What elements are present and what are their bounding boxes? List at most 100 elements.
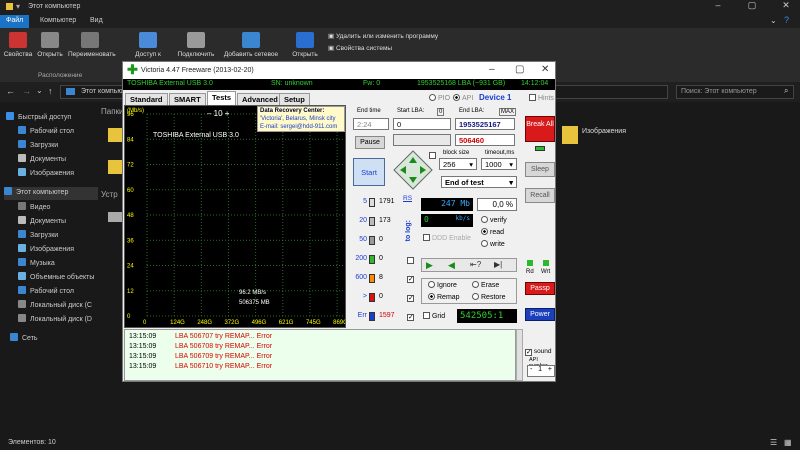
back-icon[interactable]: ◀ — [448, 260, 455, 271]
recall-button[interactable]: Recall — [525, 188, 555, 203]
end-time-field[interactable]: 2:24 — [353, 118, 389, 130]
ddd-enable-checkbox[interactable]: DDD Enable — [423, 234, 471, 242]
nav-downloads[interactable]: Загрузки — [18, 140, 58, 153]
api-radio[interactable]: API — [453, 94, 473, 102]
passp-button[interactable]: Passp — [525, 282, 555, 295]
zoom-control[interactable]: – 10 + — [207, 109, 229, 118]
close-icon[interactable]: ✕ — [541, 64, 549, 75]
tab-tests[interactable]: Tests — [207, 91, 237, 105]
start-lba-alt-field[interactable] — [393, 134, 451, 146]
remap-radio[interactable]: Remap — [428, 293, 460, 301]
read-radio[interactable]: read — [481, 228, 504, 236]
media-access-button[interactable]: Доступ к — [126, 32, 170, 58]
restore-radio[interactable]: Restore — [472, 293, 506, 301]
folder-icon[interactable] — [108, 160, 122, 174]
details-view-icon[interactable]: ☰ — [770, 438, 777, 447]
images-folder-icon[interactable] — [562, 126, 578, 144]
end-icon[interactable]: ▶| — [494, 260, 502, 269]
pio-radio[interactable]: PIO — [429, 94, 450, 102]
tab-smart[interactable]: SMART — [169, 93, 206, 105]
folder-icon[interactable] — [108, 128, 122, 142]
minus-icon[interactable]: - — [528, 366, 532, 373]
nav-desktop[interactable]: Рабочий стол — [18, 126, 74, 139]
end-lba-max[interactable]: MAX — [499, 108, 517, 116]
log-time: 13:15:09 — [129, 343, 157, 350]
play-icon[interactable]: ▶ — [426, 260, 433, 271]
forward-arrow-icon[interactable]: → — [22, 86, 31, 96]
tiles-view-icon[interactable]: ▦ — [784, 438, 792, 447]
tab-advanced[interactable]: Advanced — [237, 93, 283, 105]
nav-music[interactable]: Музыка — [18, 258, 55, 271]
grid-checkbox[interactable]: Grid — [423, 312, 445, 320]
maximize-icon[interactable]: ▢ — [740, 0, 764, 11]
break-all-button[interactable]: Break All — [525, 116, 555, 142]
block-size-select[interactable]: 256 ▾ — [439, 158, 477, 170]
maximize-icon[interactable]: ▢ — [515, 64, 524, 75]
end-lba-field[interactable]: 1953525167 — [455, 118, 515, 130]
system-properties-link[interactable]: ▣ Свойства системы — [328, 44, 392, 52]
nav-pc-images[interactable]: Изображения — [18, 244, 74, 257]
sleep-button[interactable]: Sleep — [525, 162, 555, 177]
uninstall-link[interactable]: ▣ Удалить или изменить программу — [328, 32, 438, 40]
nav-videos[interactable]: Видео — [18, 202, 50, 215]
ignore-radio[interactable]: Ignore — [428, 281, 457, 289]
rename-button[interactable]: Переименовать — [68, 32, 116, 58]
map-drive-button[interactable]: Подключить — [174, 32, 218, 58]
nav-pc-documents[interactable]: Документы — [18, 216, 66, 229]
log-checkbox[interactable] — [407, 276, 414, 283]
minimize-icon[interactable]: – — [489, 64, 495, 75]
write-radio[interactable]: write — [481, 240, 505, 248]
tab-file[interactable]: Файл — [0, 15, 30, 28]
open-button[interactable]: Открыть — [28, 32, 72, 58]
drive-icon[interactable] — [108, 212, 122, 222]
verify-radio[interactable]: verify — [481, 216, 507, 224]
plus-icon[interactable]: + — [548, 366, 554, 373]
back-arrow-icon[interactable]: ← — [6, 86, 15, 96]
erase-radio[interactable]: Erase — [472, 281, 499, 289]
nav-pc-desktop[interactable]: Рабочий стол — [18, 286, 74, 299]
tab-standard[interactable]: Standard — [125, 93, 168, 105]
api-number-stepper[interactable]: -1 + — [527, 365, 555, 377]
log-checkbox[interactable] — [407, 295, 414, 302]
hints-checkbox[interactable]: Hints — [529, 94, 554, 102]
log-checkbox[interactable] — [407, 257, 414, 264]
nav-pc-downloads[interactable]: Загрузки — [18, 230, 58, 243]
tab-setup[interactable]: Setup — [279, 93, 310, 105]
help-icon[interactable]: ? — [784, 15, 789, 25]
tab-view[interactable]: Вид — [84, 15, 109, 28]
jump-icon[interactable]: ⇤? — [470, 260, 481, 269]
pause-button[interactable]: Pause — [355, 136, 385, 149]
option-checkbox[interactable] — [429, 152, 436, 159]
add-network-location-button[interactable]: Добавить сетевое — [222, 32, 280, 58]
log-checkbox[interactable] — [407, 314, 414, 321]
nav-drive-c[interactable]: Локальный диск (С — [18, 300, 92, 313]
nav-network[interactable]: Сеть — [10, 333, 38, 346]
power-button[interactable]: Power — [525, 308, 555, 321]
nav-documents[interactable]: Документы — [18, 154, 66, 167]
minimize-icon[interactable]: – — [706, 0, 730, 10]
direction-pad[interactable] — [393, 150, 433, 190]
start-lba-field[interactable]: 0 — [393, 118, 451, 130]
data-recovery-banner[interactable]: Data Recovery Center: 'Victoria', Belaru… — [257, 106, 345, 132]
start-button[interactable]: Start — [353, 158, 385, 186]
recent-dropdown-icon[interactable]: ⌄ — [36, 86, 43, 95]
collapse-ribbon-icon[interactable]: ⌄ — [770, 16, 777, 25]
nav-3d-objects[interactable]: Объемные объекты — [18, 272, 94, 285]
close-icon[interactable]: ✕ — [774, 0, 798, 11]
direction-arrows-icon — [393, 150, 433, 190]
log-scrollbar[interactable] — [516, 329, 523, 381]
nav-images[interactable]: Изображения — [18, 168, 74, 181]
up-arrow-icon[interactable]: ↑ — [48, 86, 53, 96]
images-folder-label[interactable]: Изображения — [582, 128, 626, 135]
open-settings-button[interactable]: Открыть — [283, 32, 327, 58]
quick-access-toolbar-icon[interactable]: ▾ — [16, 2, 20, 11]
start-lba-reset[interactable]: 0 — [437, 108, 445, 116]
nav-drive-d[interactable]: Локальный диск (D — [18, 314, 92, 327]
end-action-select[interactable]: End of test ▾ — [441, 176, 517, 188]
timeout-select[interactable]: 1000 ▾ — [481, 158, 517, 170]
tab-computer[interactable]: Компьютер — [34, 15, 82, 28]
nav-quick-access[interactable]: Быстрый доступ — [6, 112, 71, 125]
sound-checkbox[interactable]: sound — [525, 348, 552, 356]
nav-this-pc[interactable]: Этот компьютер — [4, 187, 98, 200]
search-input[interactable]: Поиск: Этот компьютер — [676, 85, 794, 99]
